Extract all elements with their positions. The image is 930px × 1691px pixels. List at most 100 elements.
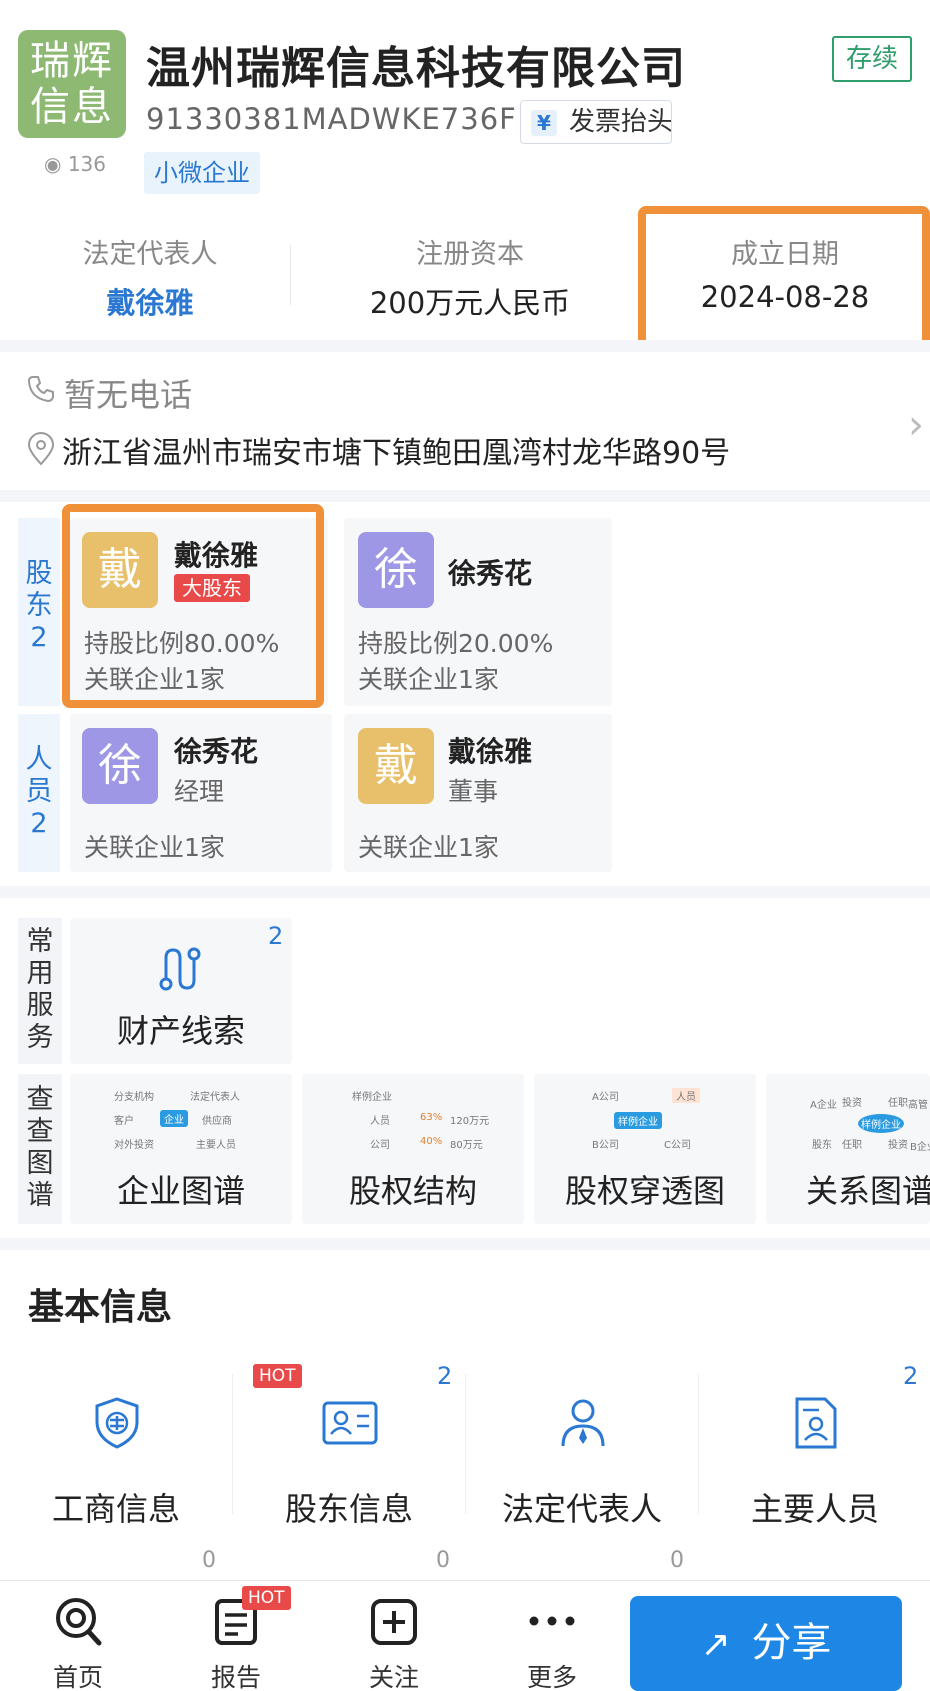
nav-follow-label: 关注	[368, 1663, 419, 1691]
mini-text: 法定代表人	[190, 1092, 240, 1103]
mini-text: 120万元	[450, 1116, 490, 1127]
route-icon	[156, 944, 204, 998]
item-count: 0	[202, 1548, 216, 1573]
address-text[interactable]: 浙江省温州市瑞安市塘下镇鲍田凰湾村龙华路90号	[62, 428, 730, 472]
mini-text: 样例企业	[614, 1112, 662, 1129]
mini-text: C公司	[664, 1140, 691, 1151]
personnel-tab[interactable]: 人员 2	[18, 714, 60, 872]
shareholder-info-label: 股东信息	[284, 1490, 413, 1528]
mini-text: 任职	[842, 1140, 862, 1151]
shareholders-count: 2	[30, 622, 48, 653]
nav-more-label: 更多	[526, 1663, 577, 1691]
mini-text: 分支机构	[114, 1092, 154, 1103]
company-detail-page: 瑞辉 信息 温州瑞辉信息科技有限公司 存续 91330381MADWKE736F…	[0, 0, 930, 1691]
shield-icon	[92, 1396, 142, 1454]
nav-more[interactable]: 更多	[502, 1586, 602, 1691]
item-count: 0	[436, 1548, 450, 1573]
property-clues-card[interactable]: 2 财产线索	[70, 918, 292, 1064]
mini-text: 40%	[420, 1136, 443, 1147]
relationship-graph-card[interactable]: A企业 投资 任职 高管 样例企业 股东 任职 投资 B企业 关系图谱	[766, 1074, 930, 1224]
legal-rep-value[interactable]: 戴徐雅	[60, 280, 240, 322]
mini-text: 投资	[888, 1140, 908, 1151]
property-clues-count: 2	[268, 922, 284, 950]
nav-home-label: 首页	[52, 1663, 103, 1691]
section-separator	[0, 340, 930, 352]
mini-text: 主要人员	[196, 1140, 236, 1151]
phone-text: 暂无电话	[64, 376, 193, 414]
mini-text: 股东	[812, 1140, 832, 1151]
share-ratio: 持股比例20.00%	[358, 629, 554, 658]
share-label: 分享	[751, 1620, 832, 1666]
business-info-item[interactable]: 工商信息	[0, 1360, 232, 1530]
credit-code: 91330381MADWKE736F	[146, 102, 517, 136]
personnel-side-label: 人员	[25, 744, 53, 807]
legal-rep-label: 法定代表人	[82, 239, 218, 270]
id-card-icon	[321, 1400, 379, 1450]
nav-follow[interactable]: 关注	[344, 1586, 444, 1691]
status-badge: 存续	[832, 36, 912, 82]
graphs-side-label: 查查图谱	[18, 1074, 62, 1224]
business-info-label: 工商信息	[51, 1490, 180, 1528]
scale-tag[interactable]: 小微企业	[144, 152, 260, 194]
more-dots-icon	[528, 1612, 576, 1631]
section-separator	[0, 886, 930, 898]
share-icon: ↗	[700, 1624, 731, 1665]
shareholder-card[interactable]: 徐 徐秀花 持股比例20.00% 关联企业1家	[344, 518, 612, 706]
divider	[290, 245, 291, 305]
personnel-card[interactable]: 徐 徐秀花 经理 关联企业1家	[70, 714, 332, 872]
section-separator	[0, 1238, 930, 1250]
location-icon	[26, 432, 56, 470]
avatar: 徐	[358, 532, 434, 608]
nav-report-label: 报告	[210, 1663, 261, 1691]
mini-text: B企业	[910, 1142, 930, 1153]
share-button[interactable]: ↗ 分享	[630, 1596, 902, 1691]
shareholder-info-item[interactable]: HOT 2 股东信息	[233, 1360, 465, 1530]
mini-text: B公司	[592, 1140, 619, 1151]
person-role: 董事	[448, 777, 499, 806]
logo-text-line1: 瑞辉	[30, 38, 114, 84]
mini-text: A公司	[592, 1092, 619, 1103]
mini-text: 投资	[842, 1098, 862, 1109]
enterprise-graph-card[interactable]: 分支机构 法定代表人 客户 企业 供应商 对外投资 主要人员 企业图谱	[70, 1074, 292, 1224]
mini-text: 客户	[114, 1116, 134, 1127]
key-personnel-item[interactable]: 2 主要人员	[699, 1360, 930, 1530]
personnel-card[interactable]: 戴 戴徐雅 董事 关联企业1家	[344, 714, 612, 872]
item-count: 0	[670, 1548, 684, 1573]
mini-text: 80万元	[450, 1140, 483, 1151]
avatar: 戴	[358, 728, 434, 804]
invoice-label: 发票抬头	[569, 107, 672, 137]
equity-structure-label: 股权结构	[348, 1172, 477, 1210]
related-companies: 关联企业1家	[358, 833, 499, 862]
shareholders-side-label: 股东	[25, 558, 53, 621]
company-name: 温州瑞辉信息科技有限公司	[146, 43, 686, 94]
nav-home[interactable]: 首页	[28, 1586, 128, 1691]
person-name: 徐秀花	[174, 735, 259, 768]
graphs-label: 查查图谱	[26, 1084, 54, 1211]
person-name: 戴徐雅	[448, 735, 533, 768]
view-count: ◉ 136	[44, 152, 106, 176]
founded-highlight-box	[638, 206, 930, 350]
follow-plus-icon	[370, 1598, 418, 1650]
equity-penetration-card[interactable]: A公司 人员 样例企业 B公司 C公司 股权穿透图	[534, 1074, 756, 1224]
legal-rep-item-label: 法定代表人	[501, 1490, 662, 1528]
staff-doc-icon	[791, 1396, 839, 1454]
invoice-title-button[interactable]: ¥ 发票抬头	[520, 100, 672, 144]
legal-rep-item[interactable]: 法定代表人	[466, 1360, 698, 1530]
logo-text-line2: 信息	[30, 84, 114, 130]
capital-value: 200万元人民币	[369, 286, 571, 320]
mini-text: 对外投资	[114, 1140, 154, 1151]
mini-text: 高管	[908, 1100, 928, 1111]
nav-report[interactable]: HOT 报告	[186, 1586, 291, 1691]
hot-badge: HOT	[253, 1364, 302, 1388]
hot-badge: HOT	[242, 1586, 291, 1610]
mini-text: 人员	[672, 1088, 700, 1103]
phone-icon	[26, 374, 56, 408]
property-clues-label: 财产线索	[116, 1012, 245, 1050]
shareholder-info-count: 2	[437, 1362, 453, 1390]
major-shareholder-highlight-box	[62, 504, 324, 708]
equity-structure-card[interactable]: 样例企业 人员 63% 120万元 公司 40% 80万元 股权结构	[302, 1074, 524, 1224]
basic-info-title: 基本信息	[28, 1287, 173, 1328]
shareholders-tab[interactable]: 股东 2	[18, 518, 60, 706]
chevron-right-icon[interactable]: ›	[908, 402, 924, 448]
key-personnel-label: 主要人员	[750, 1490, 879, 1528]
